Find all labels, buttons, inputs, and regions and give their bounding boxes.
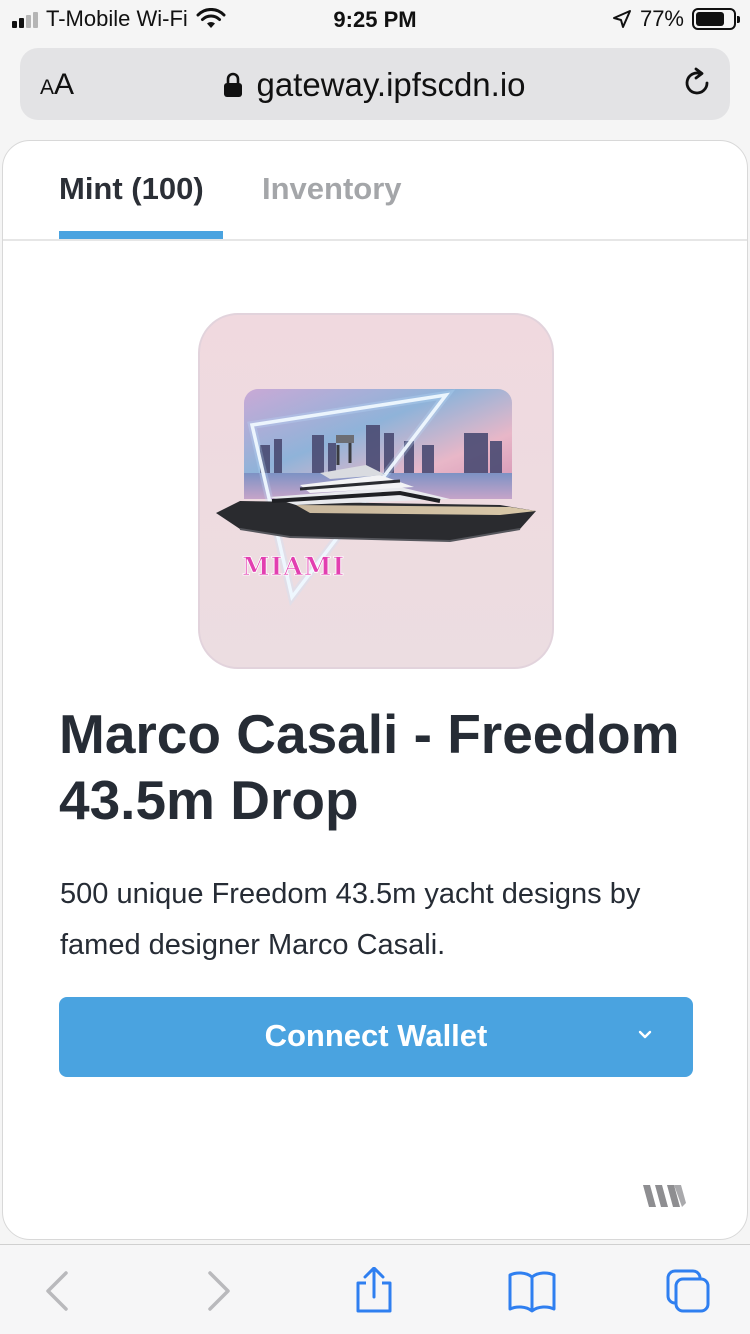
chevron-down-icon <box>638 1030 652 1039</box>
status-bar: T-Mobile Wi-Fi 9:25 PM 77% <box>0 0 750 40</box>
browser-toolbar <box>0 1244 750 1334</box>
url-text: gateway.ipfscdn.io <box>256 66 526 103</box>
address-bar[interactable]: AA gateway.ipfscdn.io <box>20 48 730 120</box>
mint-card: Mint (100) Inventory MIAMI Marco Casali … <box>2 140 748 1240</box>
reload-icon[interactable] <box>680 66 714 100</box>
battery-percent: 77% <box>639 6 684 31</box>
tab-bar: Mint (100) Inventory <box>3 141 747 241</box>
location-arrow-icon <box>612 10 631 28</box>
nft-preview-image: MIAMI <box>198 313 554 669</box>
tabs-icon[interactable] <box>664 1267 712 1315</box>
bookmarks-icon[interactable] <box>508 1267 556 1315</box>
share-icon[interactable] <box>350 1267 398 1315</box>
yacht-miami-artwork: MIAMI <box>216 389 536 607</box>
back-icon[interactable] <box>34 1267 82 1315</box>
miami-text: MIAMI <box>242 552 345 581</box>
drop-title: Marco Casali - Freedom 43.5m Drop <box>59 703 680 831</box>
battery-level-fill <box>696 12 724 26</box>
battery-icon <box>692 8 740 30</box>
brand-logo-icon <box>643 1185 686 1207</box>
lock-icon <box>224 72 243 97</box>
tab-inventory[interactable]: Inventory <box>262 171 402 207</box>
forward-icon[interactable] <box>194 1267 242 1315</box>
connect-wallet-button[interactable]: Connect Wallet <box>59 997 693 1077</box>
status-right: 77% <box>612 6 740 32</box>
connect-wallet-label: Connect Wallet <box>264 1018 488 1053</box>
tab-mint[interactable]: Mint (100) <box>59 171 204 207</box>
url-display[interactable]: gateway.ipfscdn.io <box>20 66 730 104</box>
drop-description: 500 unique Freedom 43.5m yacht designs b… <box>60 878 641 961</box>
active-tab-indicator <box>59 231 223 239</box>
